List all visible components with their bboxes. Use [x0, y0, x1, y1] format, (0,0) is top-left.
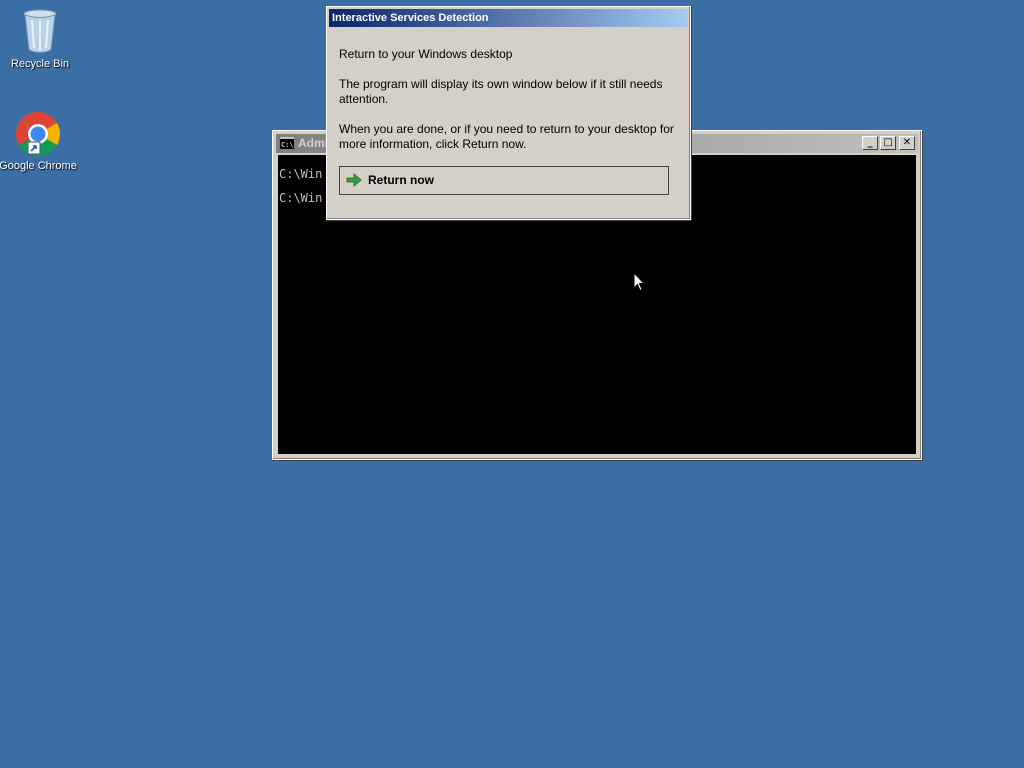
- chrome-icon: [16, 112, 60, 156]
- return-now-label: Return now: [368, 173, 434, 187]
- recycle-bin-shortcut[interactable]: Recycle Bin: [0, 6, 80, 70]
- console-line: C:\Win: [279, 167, 323, 181]
- dialog-titlebar[interactable]: Interactive Services Detection: [329, 9, 688, 27]
- minimize-button[interactable]: _: [862, 136, 878, 150]
- google-chrome-label: Google Chrome: [0, 160, 77, 172]
- google-chrome-shortcut[interactable]: Google Chrome: [0, 110, 78, 172]
- dialog-paragraph: When you are done, or if you need to ret…: [339, 122, 674, 151]
- cmd-icon: C:\: [279, 136, 295, 150]
- maximize-button[interactable]: □: [880, 136, 896, 150]
- recycle-bin-label: Recycle Bin: [10, 58, 70, 70]
- recycle-bin-icon: [23, 9, 57, 53]
- svg-text:C:\: C:\: [281, 141, 294, 149]
- close-icon: ✕: [902, 137, 912, 148]
- close-button[interactable]: ✕: [899, 136, 915, 150]
- console-line: C:\Win: [279, 191, 323, 205]
- dialog-heading: Return to your Windows desktop: [339, 47, 513, 61]
- minimize-icon: _: [867, 137, 873, 148]
- dialog-paragraph: The program will display its own window …: [339, 77, 663, 106]
- green-arrow-icon: [346, 173, 362, 187]
- maximize-icon: □: [883, 137, 893, 148]
- interactive-services-dialog[interactable]: Interactive Services Detection Return to…: [326, 6, 691, 220]
- mouse-cursor-icon: [633, 272, 645, 292]
- return-now-button[interactable]: Return now: [339, 166, 669, 195]
- console-title: Administrator: C:\Windows\system32\cmd.e…: [298, 136, 326, 150]
